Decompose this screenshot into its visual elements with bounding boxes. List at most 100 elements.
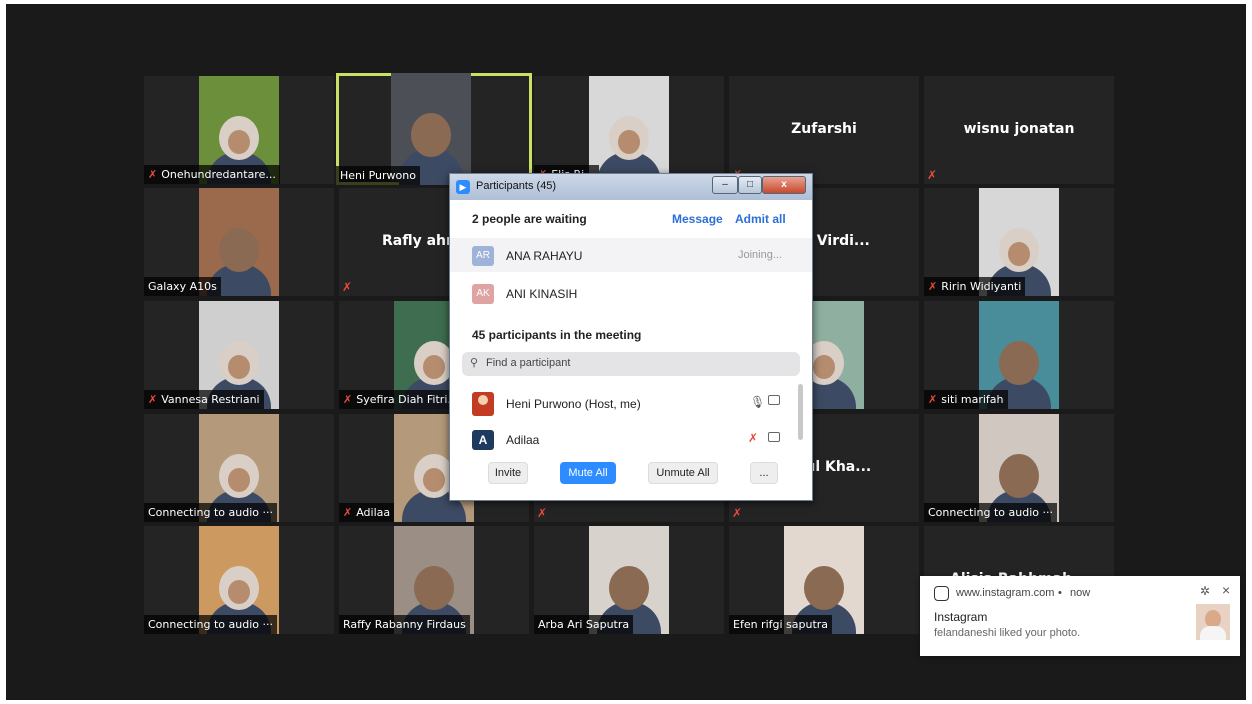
- participant-video-tile[interactable]: ✗ siti marifah: [924, 301, 1114, 409]
- instagram-icon: [934, 586, 949, 601]
- close-window-button[interactable]: x: [762, 176, 806, 194]
- admit-all-link[interactable]: Admit all: [735, 212, 786, 226]
- participant-video-tile[interactable]: Arba Ari Saputra: [534, 526, 724, 634]
- participant-name-bar: ✗ Adilaa: [339, 503, 395, 522]
- muted-mic-icon: ✗: [927, 168, 938, 182]
- more-button[interactable]: ...: [750, 462, 778, 484]
- message-link[interactable]: Message: [672, 212, 723, 226]
- participant-name: Raffy Rabanny Firdaus: [343, 618, 466, 631]
- participant-video-tile[interactable]: ✗Elis Ri...: [534, 76, 724, 184]
- participant-row[interactable]: A Adilaa ✗: [450, 422, 800, 456]
- zoom-app-icon: ▶: [456, 180, 470, 194]
- participant-name-bar: Heni Purwono: [336, 166, 420, 185]
- participant-head: [999, 228, 1039, 272]
- muted-mic-icon: ✗: [928, 393, 938, 406]
- participant-display-name: wisnu jonatan: [963, 121, 1075, 137]
- joining-status: Joining...: [738, 249, 783, 261]
- participant-name: Connecting to audio ···: [928, 506, 1053, 519]
- muted-mic-icon: ✗: [343, 506, 353, 519]
- gear-icon[interactable]: ✲: [1200, 584, 1210, 598]
- notification-message: felandaneshi liked your photo.: [934, 627, 1081, 639]
- participant-video-tile[interactable]: Zufarshi✗: [729, 76, 919, 184]
- participant-name: Connecting to audio ···: [148, 618, 273, 631]
- participant-name: Onehundredantare...: [161, 168, 276, 181]
- participant-head: [219, 454, 259, 498]
- participant-head: [219, 228, 259, 272]
- participant-head: [999, 341, 1039, 385]
- participant-name-bar: Connecting to audio ···: [144, 615, 277, 634]
- participant-name-bar: ✗ Onehundredantare...: [144, 165, 280, 184]
- participant-video-tile[interactable]: Connecting to audio ···: [144, 526, 334, 634]
- waiting-room-header: 2 people are waiting: [472, 212, 587, 226]
- participant-name-bar: Arba Ari Saputra: [534, 615, 634, 634]
- participant-video-tile[interactable]: Efen rifgi saputra: [729, 526, 919, 634]
- muted-mic-icon: ✗: [537, 506, 548, 520]
- muted-mic-icon: ✗: [148, 168, 158, 181]
- maximize-button[interactable]: □: [738, 176, 762, 194]
- participant-name: Vannesa Restriani: [161, 393, 260, 406]
- participant-video-tile[interactable]: Connecting to audio ···: [144, 414, 334, 522]
- notification-separator: •: [1058, 587, 1062, 599]
- participant-name: Heni Purwono (Host, me): [506, 397, 641, 411]
- video-off-icon[interactable]: [768, 432, 780, 442]
- participant-name-bar: ✗ Vannesa Restriani: [144, 390, 264, 409]
- scrollbar[interactable]: [798, 384, 803, 440]
- minimize-button[interactable]: –: [712, 176, 738, 194]
- participant-video-tile[interactable]: ✗ Onehundredantare...: [144, 76, 334, 184]
- participant-head: [414, 454, 454, 498]
- participant-video: [391, 73, 471, 185]
- avatar: AK: [472, 284, 494, 304]
- participant-head: [219, 566, 259, 610]
- participant-name-bar: ✗ siti marifah: [924, 390, 1008, 409]
- participant-video: [589, 76, 669, 184]
- participant-video-tile[interactable]: wisnu jonatan ✗: [924, 76, 1114, 184]
- mic-icon[interactable]: 🎙︎: [750, 395, 765, 409]
- mute-all-button[interactable]: Mute All: [560, 462, 616, 484]
- participant-name: Ririn Widiyanti: [941, 280, 1022, 293]
- invite-button[interactable]: Invite: [488, 462, 528, 484]
- participant-name: Connecting to audio ···: [148, 506, 273, 519]
- participant-name-bar: ✗ Ririn Widiyanti: [924, 277, 1026, 296]
- participant-head: [804, 566, 844, 610]
- waiting-row[interactable]: AR ANA RAHAYU Joining...: [450, 238, 812, 272]
- search-input[interactable]: Find a participant: [486, 357, 570, 369]
- notification-time: now: [1070, 587, 1091, 599]
- search-box[interactable]: ⚲ Find a participant: [462, 352, 800, 376]
- participant-head: [609, 116, 649, 160]
- muted-mic-icon: ✗: [343, 393, 353, 406]
- participant-head: [219, 116, 259, 160]
- participant-name-bar: Raffy Rabanny Firdaus: [339, 615, 470, 634]
- browser-notification[interactable]: www.instagram.com • now ✲ × Instagram fe…: [920, 576, 1240, 656]
- participant-row[interactable]: Heni Purwono (Host, me) 🎙︎: [450, 386, 800, 420]
- video-off-icon[interactable]: [768, 395, 780, 405]
- participant-head: [414, 566, 454, 610]
- close-icon[interactable]: ×: [1222, 582, 1230, 598]
- muted-mic-icon: ✗: [342, 280, 353, 294]
- participant-name-bar: Connecting to audio ···: [924, 503, 1057, 522]
- participant-head: [414, 341, 454, 385]
- muted-mic-icon[interactable]: ✗: [748, 431, 758, 445]
- participant-video-tile[interactable]: Raffy Rabanny Firdaus: [339, 526, 529, 634]
- in-meeting-header: 45 participants in the meeting: [472, 328, 642, 342]
- participant-video-tile[interactable]: Heni Purwono: [336, 73, 532, 185]
- participants-title: Participants (45): [476, 180, 557, 192]
- participant-video-tile[interactable]: ✗ Ririn Widiyanti: [924, 188, 1114, 296]
- participant-name: ANI KINASIH: [506, 287, 578, 301]
- unmute-all-button[interactable]: Unmute All: [648, 462, 718, 484]
- participant-name: Adilaa: [506, 433, 540, 447]
- waiting-row[interactable]: AK ANI KINASIH: [450, 276, 812, 310]
- participants-titlebar[interactable]: ▶ Participants (45) – □ x: [450, 174, 812, 200]
- participant-video-tile[interactable]: ✗ Vannesa Restriani: [144, 301, 334, 409]
- search-icon: ⚲: [470, 357, 479, 369]
- participant-name: Syefira Diah Fitri...: [356, 393, 458, 406]
- muted-mic-icon: ✗: [148, 393, 158, 406]
- avatar: A: [472, 430, 494, 450]
- participant-name-bar: Efen rifgi saputra: [729, 615, 833, 634]
- notification-source: www.instagram.com: [956, 587, 1055, 599]
- participant-name-bar: ✗ Syefira Diah Fitri...: [339, 390, 462, 409]
- participant-video-tile[interactable]: Connecting to audio ···: [924, 414, 1114, 522]
- notification-thumbnail: [1196, 604, 1230, 640]
- participant-head: [609, 566, 649, 610]
- avatar: AR: [472, 246, 494, 266]
- participant-video-tile[interactable]: Galaxy A10s: [144, 188, 334, 296]
